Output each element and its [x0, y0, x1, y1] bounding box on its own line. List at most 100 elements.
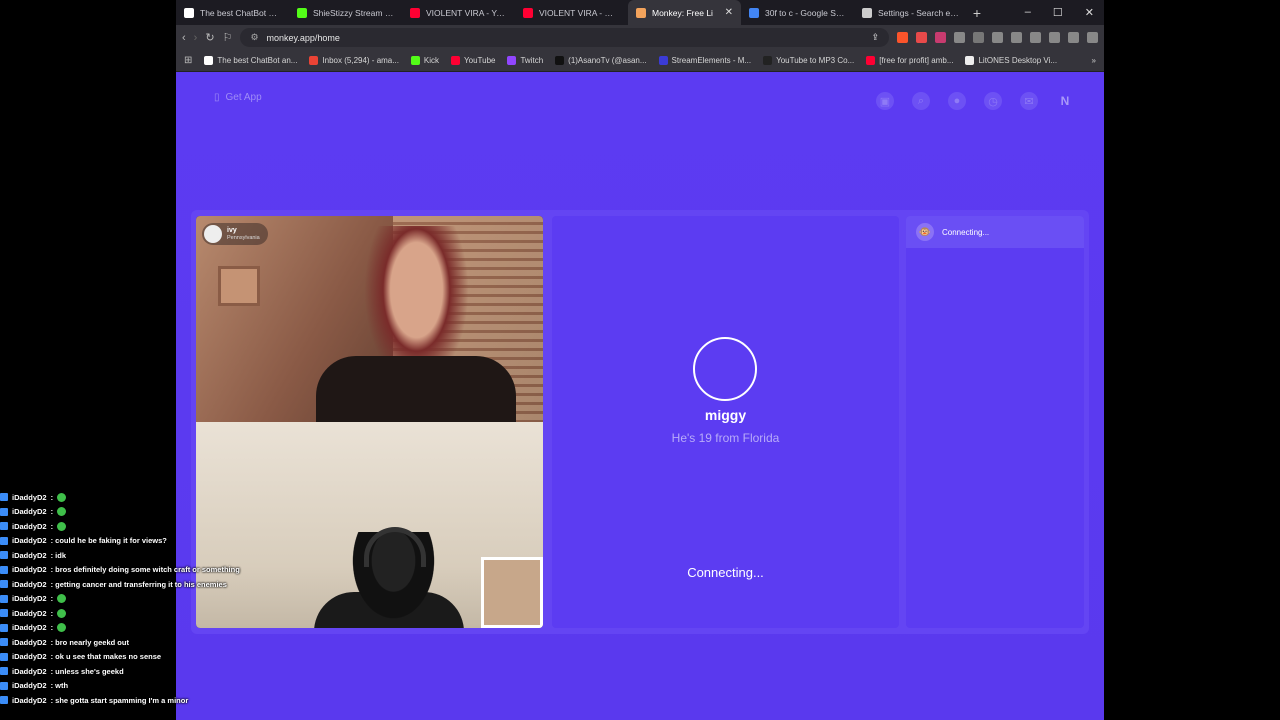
chat-user: iDaddyD2	[12, 565, 47, 575]
more-bookmarks-icon[interactable]: »	[1092, 56, 1096, 65]
bookmark-item[interactable]: (1)AsanoTv (@asan...	[555, 56, 647, 65]
bookmark-item[interactable]: Twitch	[507, 56, 543, 65]
search-icon[interactable]: ⌕	[912, 92, 930, 110]
chat-user: iDaddyD2	[12, 492, 47, 502]
emote-icon	[57, 507, 67, 517]
chat-message: iDaddyD2: bros definitely doing some wit…	[0, 563, 240, 578]
tab-title: The best ChatBot and W	[200, 7, 281, 18]
bookmark-icon[interactable]: ⚐	[223, 31, 233, 44]
tab-favicon	[184, 7, 194, 18]
new-tab-button[interactable]: +	[967, 5, 987, 21]
match-avatar-ring	[693, 337, 757, 401]
tab-1[interactable]: ShieStizzy Stream - Wat	[289, 0, 402, 25]
bookmark-favicon	[763, 56, 773, 65]
music-icon[interactable]	[992, 32, 1003, 43]
chat-message: iDaddyD2: unless she's geekd	[0, 664, 240, 679]
leo-icon[interactable]	[1049, 32, 1060, 43]
twitch-icon	[0, 536, 8, 545]
tab-5[interactable]: 30f to c - Google Search	[741, 0, 854, 25]
bookmark-item[interactable]: YouTube	[451, 56, 495, 65]
tab-favicon	[862, 7, 872, 18]
toolbar: ‹ › ↻ ⚐ ⚙ monkey.app/home ⇪	[176, 25, 1104, 50]
get-app-button[interactable]: ▯ Get App	[214, 92, 262, 103]
bookmark-item[interactable]: StreamElements - M...	[658, 56, 751, 65]
bookmark-item[interactable]: Inbox (5,294) - ama...	[309, 56, 399, 65]
chat-user: iDaddyD2	[12, 550, 47, 560]
profile-avatar[interactable]: N	[1056, 92, 1074, 110]
minimize-icon[interactable]: –	[1025, 6, 1031, 19]
bookmark-item[interactable]: Kick	[410, 56, 439, 65]
twitch-icon	[0, 667, 8, 676]
chat-user: iDaddyD2	[12, 579, 47, 589]
friends-icon[interactable]: ●	[948, 92, 966, 110]
forward-icon[interactable]: ›	[194, 32, 198, 44]
bookmark-label: (1)AsanoTv (@asan...	[568, 56, 647, 65]
history-icon[interactable]: ◷	[984, 92, 1002, 110]
video-column: ivy Pennsylvania	[196, 216, 543, 628]
bookmark-favicon	[507, 56, 517, 65]
match-name: miggy	[704, 407, 747, 423]
close-tab-icon[interactable]: ✕	[725, 7, 733, 18]
remote-user-name: ivy	[227, 226, 237, 234]
screenshot-icon[interactable]	[973, 32, 984, 43]
tab-title: Monkey: Free Li	[652, 7, 713, 18]
share-icon[interactable]: ⇪	[871, 32, 879, 43]
tab-4[interactable]: Monkey: Free Li ✕	[628, 0, 741, 25]
bookmark-item[interactable]: The best ChatBot an...	[204, 56, 297, 65]
extension-icon[interactable]	[935, 32, 946, 43]
site-info-icon[interactable]: ⚙	[250, 32, 258, 43]
twitch-icon	[0, 551, 8, 560]
chat-text: : idk	[50, 550, 67, 560]
close-window-icon[interactable]: ✕	[1085, 6, 1094, 19]
chat-text: : getting cancer and transferring it to …	[50, 579, 227, 589]
chat-message: iDaddyD2: could he be faking it for view…	[0, 534, 240, 549]
chat-text: : bros definitely doing some witch craft…	[50, 565, 240, 575]
remote-user-location: Pennsylvania	[227, 234, 260, 241]
twitch-icon	[0, 681, 8, 690]
reload-icon[interactable]: ↻	[205, 31, 214, 44]
bookmark-item[interactable]: LitONES Desktop Vi...	[965, 56, 1057, 65]
sidebar-icon[interactable]	[1011, 32, 1022, 43]
bookmark-item[interactable]: YouTube to MP3 Co...	[763, 56, 854, 65]
back-icon[interactable]: ‹	[182, 32, 186, 44]
chat-text: :	[50, 521, 54, 531]
chat-message: iDaddyD2:	[0, 592, 240, 607]
maximize-icon[interactable]: ☐	[1053, 6, 1063, 19]
chat-text: :	[50, 507, 54, 517]
chat-text: :	[50, 492, 54, 502]
brave-shield-icon[interactable]	[897, 32, 908, 43]
get-app-label: Get App	[225, 92, 262, 103]
twitch-icon	[0, 696, 8, 705]
chat-message: iDaddyD2: wth	[0, 679, 240, 694]
tab-title: VIOLENT VIRA - YouTub	[426, 7, 507, 18]
vpn-icon[interactable]	[1068, 32, 1079, 43]
brave-rewards-icon[interactable]	[916, 32, 927, 43]
chat-user: iDaddyD2	[12, 637, 47, 647]
tab-2[interactable]: VIOLENT VIRA - YouTub	[402, 0, 515, 25]
tab-3[interactable]: VIOLENT VIRA - Missing	[515, 0, 628, 25]
chat-user: iDaddyD2	[12, 594, 47, 604]
address-bar[interactable]: ⚙ monkey.app/home ⇪	[240, 28, 889, 47]
tab-6[interactable]: Settings - Search engine	[854, 0, 967, 25]
menu-icon[interactable]	[1087, 32, 1098, 43]
chat-text: : bro nearly geekd out	[50, 637, 129, 647]
remote-user-chip[interactable]: ivy Pennsylvania	[202, 223, 268, 245]
bookmark-item[interactable]: [free for profit] amb...	[866, 56, 953, 65]
puzzle-icon[interactable]	[954, 32, 965, 43]
tab-0[interactable]: The best ChatBot and W	[176, 0, 289, 25]
emote-icon	[57, 521, 67, 531]
chat-icon[interactable]: ✉	[1020, 92, 1038, 110]
chat-text: :	[50, 594, 54, 604]
chat-text: : wth	[50, 681, 69, 691]
top-nav: ▣ ⌕ ● ◷ ✉ N	[876, 92, 1074, 110]
emote-icon	[57, 623, 67, 633]
twitch-icon	[0, 638, 8, 647]
chat-message: iDaddyD2: ok u see that makes no sense	[0, 650, 240, 665]
twitch-icon	[0, 565, 8, 574]
apps-grid-icon[interactable]: ⊞	[184, 55, 192, 66]
chat-text: : unless she's geekd	[50, 666, 124, 676]
shop-icon[interactable]: ▣	[876, 92, 894, 110]
wallet-icon[interactable]	[1030, 32, 1041, 43]
chat-user: iDaddyD2	[12, 695, 47, 705]
bookmark-favicon	[204, 56, 214, 65]
